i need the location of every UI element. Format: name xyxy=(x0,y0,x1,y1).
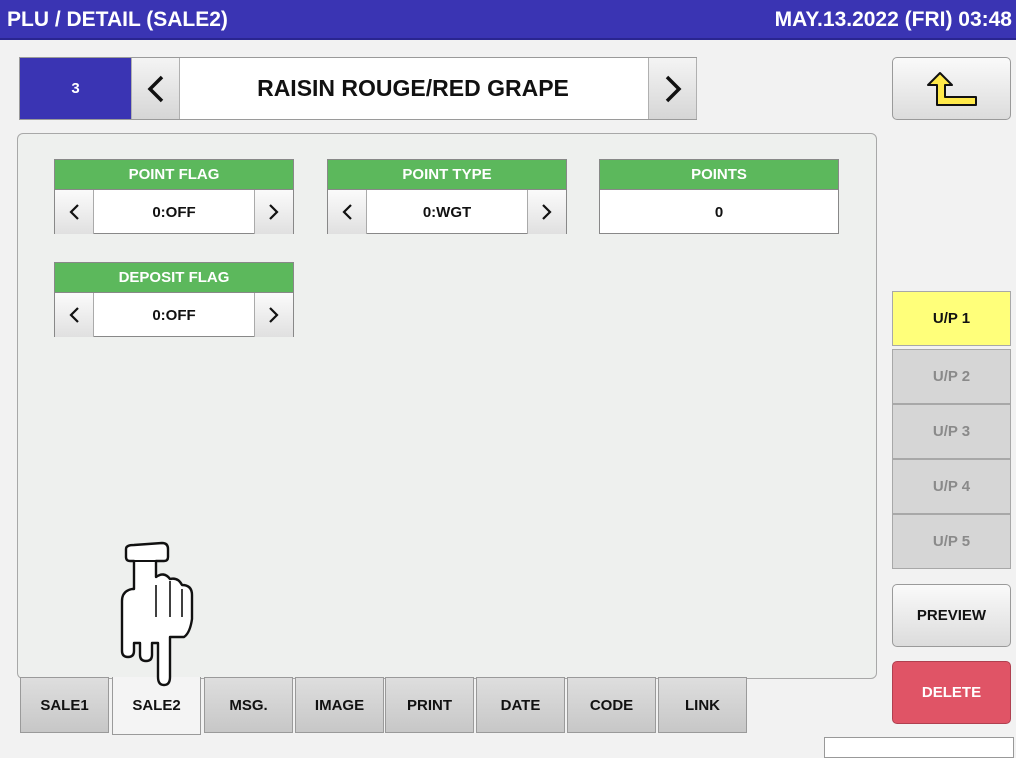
chevron-right-icon xyxy=(269,204,279,220)
unit-price-4-button[interactable]: U/P 4 xyxy=(892,459,1011,514)
deposit-flag-next-button[interactable] xyxy=(254,293,293,337)
tab-msg[interactable]: MSG. xyxy=(204,677,293,733)
unit-price-5-button[interactable]: U/P 5 xyxy=(892,514,1011,569)
point-flag-field: POINT FLAG 0:OFF xyxy=(54,159,294,234)
unit-price-2-button[interactable]: U/P 2 xyxy=(892,349,1011,404)
tab-date[interactable]: DATE xyxy=(476,677,565,733)
deposit-flag-value[interactable]: 0:OFF xyxy=(93,293,255,337)
preview-button[interactable]: PREVIEW xyxy=(892,584,1011,647)
chevron-left-icon xyxy=(147,75,163,102)
return-arrow-icon xyxy=(926,71,977,106)
chevron-left-icon xyxy=(342,204,352,220)
point-flag-next-button[interactable] xyxy=(254,190,293,234)
point-type-field: POINT TYPE 0:WGT xyxy=(327,159,567,234)
unit-price-1-button[interactable]: U/P 1 xyxy=(892,291,1011,346)
points-value[interactable]: 0 xyxy=(600,190,838,234)
point-flag-value[interactable]: 0:OFF xyxy=(93,190,255,234)
pointing-hand-icon xyxy=(120,541,194,687)
delete-button[interactable]: DELETE xyxy=(892,661,1011,724)
page-title: PLU / DETAIL (SALE2) xyxy=(7,8,228,31)
tab-print[interactable]: PRINT xyxy=(385,677,474,733)
datetime-display: MAY.13.2022 (FRI) 03:48 xyxy=(774,8,1012,31)
unit-price-3-button[interactable]: U/P 3 xyxy=(892,404,1011,459)
plu-number[interactable]: 3 xyxy=(20,58,131,119)
plu-selector: 3 RAISIN ROUGE/RED GRAPE xyxy=(19,57,697,120)
deposit-flag-field: DEPOSIT FLAG 0:OFF xyxy=(54,262,294,337)
points-field: POINTS 0 xyxy=(599,159,839,234)
point-type-prev-button[interactable] xyxy=(328,190,367,234)
point-flag-label: POINT FLAG xyxy=(55,160,293,190)
status-box xyxy=(824,737,1014,758)
chevron-right-icon xyxy=(542,204,552,220)
chevron-right-icon xyxy=(269,307,279,323)
chevron-left-icon xyxy=(69,204,79,220)
back-button[interactable] xyxy=(892,57,1011,120)
point-type-value[interactable]: 0:WGT xyxy=(366,190,528,234)
tab-image[interactable]: IMAGE xyxy=(295,677,384,733)
point-type-label: POINT TYPE xyxy=(328,160,566,190)
chevron-left-icon xyxy=(69,307,79,323)
tab-link[interactable]: LINK xyxy=(658,677,747,733)
title-bar: PLU / DETAIL (SALE2) MAY.13.2022 (FRI) 0… xyxy=(0,0,1016,40)
prev-plu-button[interactable] xyxy=(131,58,180,119)
point-flag-prev-button[interactable] xyxy=(55,190,94,234)
deposit-flag-label: DEPOSIT FLAG xyxy=(55,263,293,293)
plu-name[interactable]: RAISIN ROUGE/RED GRAPE xyxy=(179,58,647,119)
chevron-right-icon xyxy=(665,75,681,102)
points-label: POINTS xyxy=(600,160,838,190)
tab-sale1[interactable]: SALE1 xyxy=(20,677,109,733)
deposit-flag-prev-button[interactable] xyxy=(55,293,94,337)
next-plu-button[interactable] xyxy=(648,58,697,119)
tab-code[interactable]: CODE xyxy=(567,677,656,733)
point-type-next-button[interactable] xyxy=(527,190,566,234)
